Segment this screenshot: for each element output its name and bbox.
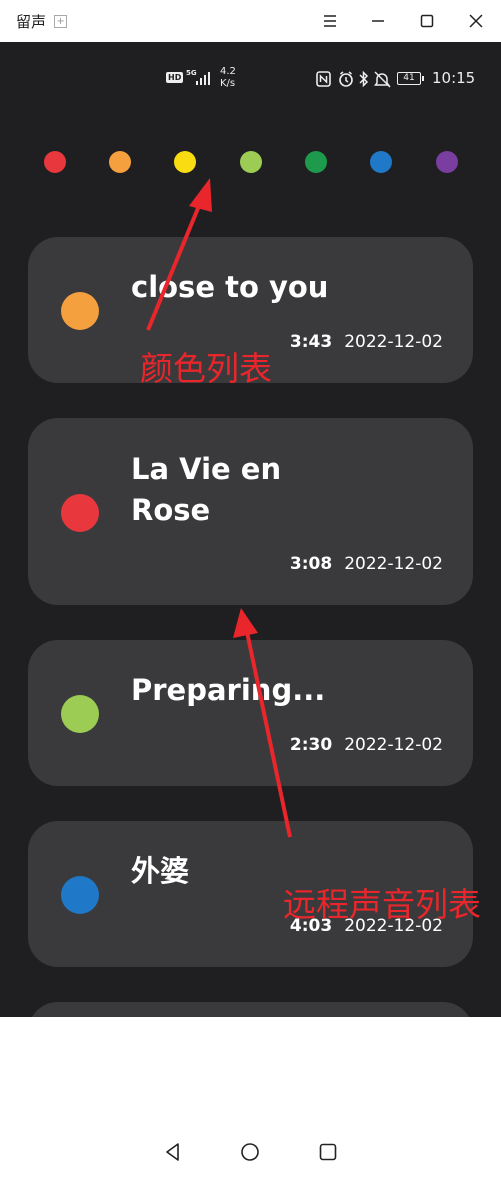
recording-title: close to you — [131, 270, 329, 304]
alarm-icon — [339, 71, 353, 87]
close-icon[interactable] — [463, 8, 489, 34]
recording-duration: 2:30 — [289, 735, 333, 755]
recording-duration: 3:43 — [289, 332, 333, 352]
color-dot[interactable] — [44, 151, 66, 173]
app-title: 留声 — [16, 12, 47, 31]
color-dot[interactable] — [240, 151, 262, 173]
color-dot[interactable] — [174, 151, 196, 173]
status-time: 10:15 — [432, 69, 476, 87]
pin-icon[interactable]: + — [54, 14, 68, 28]
status-bar: HD 5G 4.2 K/s 41 10:15 — [0, 42, 501, 114]
phone-screen: HD 5G 4.2 K/s 41 10:15 close to you 3:43… — [0, 42, 501, 1017]
color-dot[interactable] — [370, 151, 392, 173]
recording-meta: 3:43 2022-12-02 — [290, 332, 443, 352]
speed-value: 4.2 — [220, 66, 236, 77]
signal-icon — [196, 72, 210, 85]
nfc-icon — [316, 71, 331, 87]
mute-bell-icon — [374, 71, 391, 88]
recording-duration: 3:08 — [289, 554, 333, 574]
hd-badge: HD — [166, 72, 184, 83]
recording-date: 2022-12-02 — [344, 735, 443, 755]
home-circle-icon[interactable] — [239, 1141, 261, 1163]
maximize-icon[interactable] — [414, 8, 440, 34]
recording-color-dot — [61, 876, 99, 914]
back-icon[interactable] — [162, 1141, 184, 1163]
recording-meta: 2:30 2022-12-02 — [290, 735, 443, 755]
recording-title: Preparing... — [131, 673, 326, 707]
speed-unit: K/s — [220, 78, 236, 89]
recording-date: 2022-12-02 — [344, 554, 443, 574]
recording-color-dot — [61, 292, 99, 330]
palette-annotation: 颜色列表 — [140, 349, 272, 388]
bluetooth-icon — [359, 70, 369, 88]
list-annotation: 远程声音列表 — [283, 885, 481, 924]
window-titlebar: 留声 + — [0, 0, 501, 42]
recording-card[interactable]: Preparing... 2:30 2022-12-02 — [28, 640, 473, 786]
color-dot[interactable] — [436, 151, 458, 173]
status-icons — [316, 70, 391, 88]
recents-icon[interactable] — [317, 1141, 339, 1163]
recording-card[interactable]: La Vie en Rose 3:08 2022-12-02 — [28, 418, 473, 605]
menu-icon[interactable] — [317, 8, 343, 34]
network-speed: 4.2 K/s — [220, 66, 236, 90]
color-dot[interactable] — [109, 151, 131, 173]
recording-card-partial[interactable] — [28, 1002, 473, 1017]
recording-color-dot — [61, 695, 99, 733]
recording-color-dot — [61, 494, 99, 532]
battery-icon: 41 — [397, 72, 424, 85]
recording-title: La Vie en Rose — [131, 452, 282, 527]
recording-meta: 3:08 2022-12-02 — [290, 554, 443, 574]
system-nav — [0, 1127, 501, 1180]
minimize-icon[interactable] — [365, 8, 391, 34]
color-dot[interactable] — [305, 151, 327, 173]
recording-date: 2022-12-02 — [344, 332, 443, 352]
